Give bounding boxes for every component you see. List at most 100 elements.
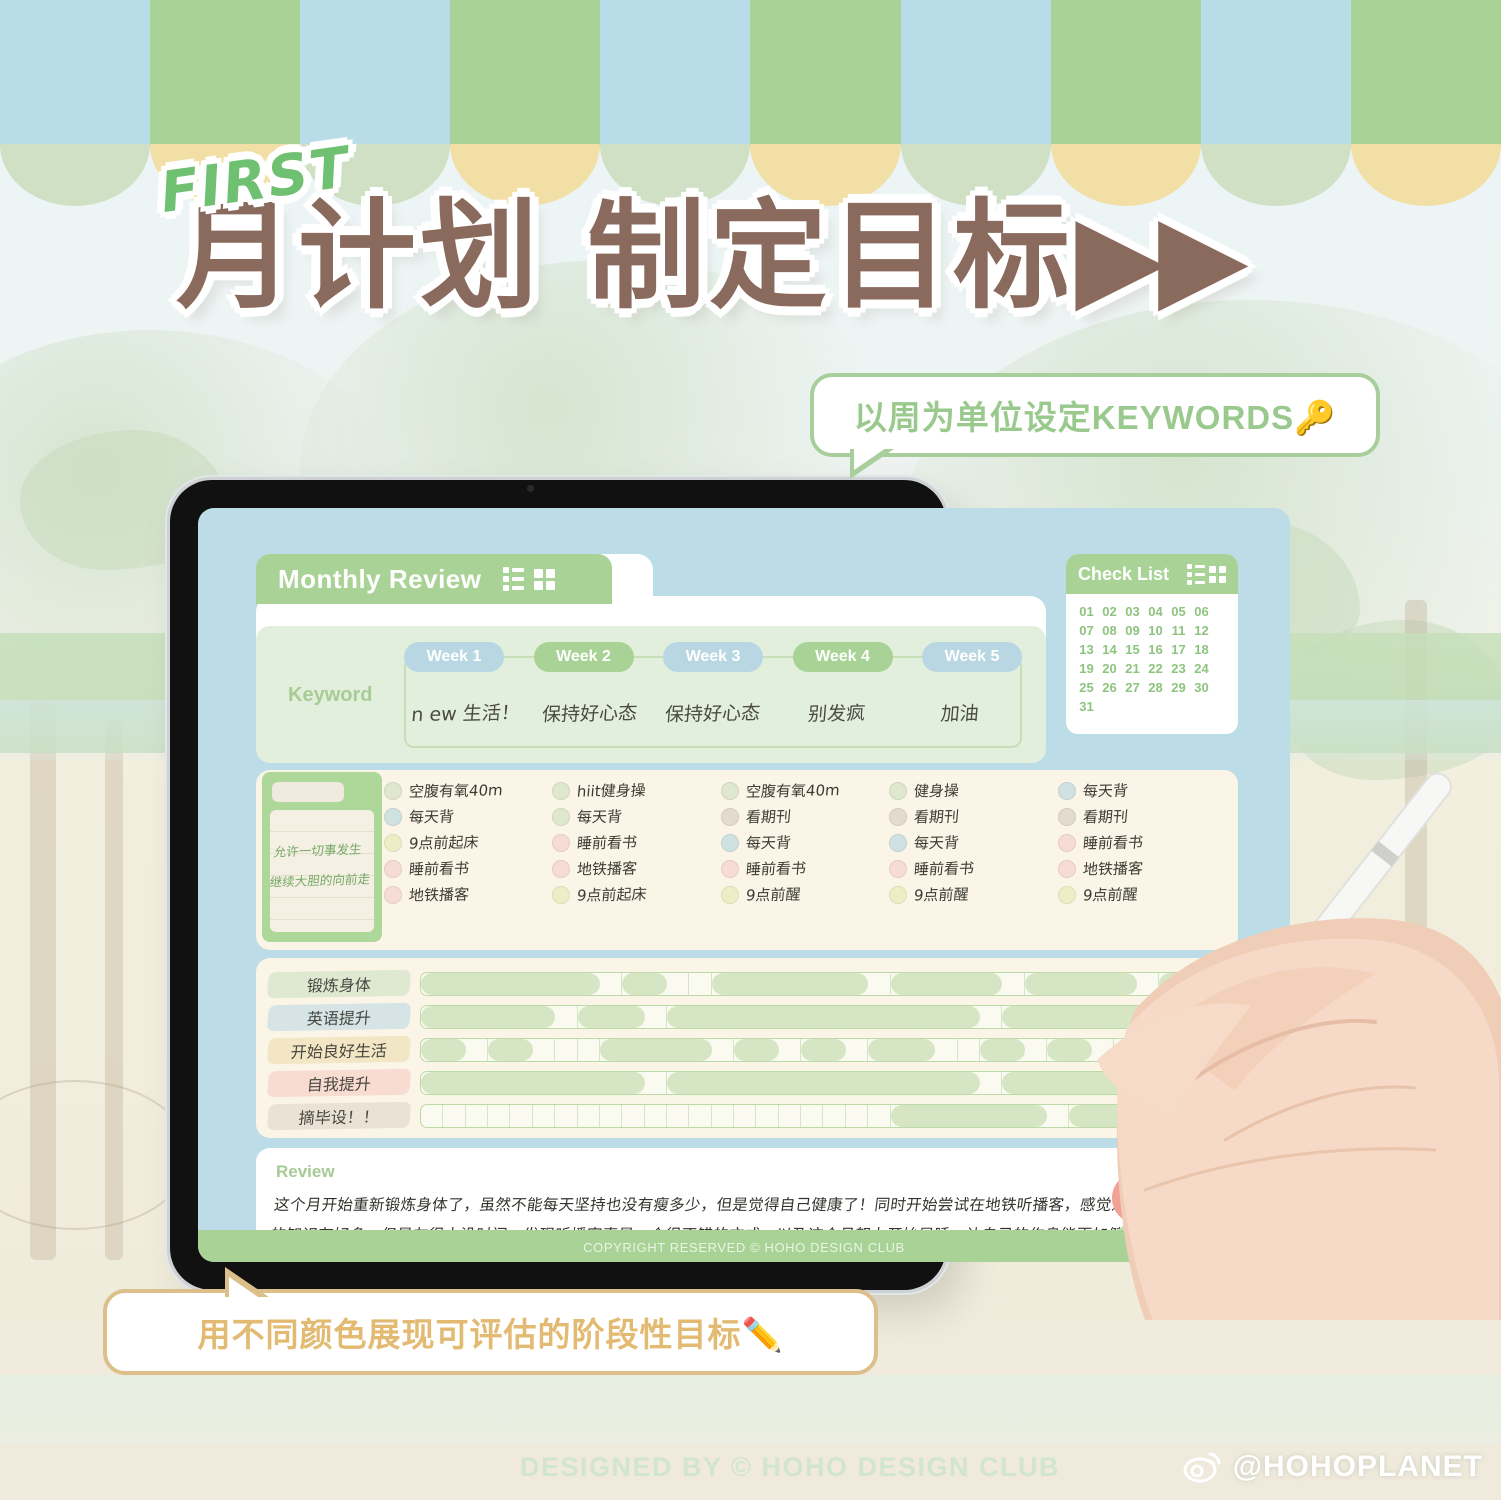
goal-progress-cell[interactable] [1024,1105,1048,1127]
check-list-day[interactable]: 23 [1170,661,1187,676]
goal-progress-cell[interactable] [756,1105,779,1127]
goal-progress-cell[interactable] [845,973,869,995]
goal-progress-cell[interactable] [555,1006,578,1028]
goal-progress-cell[interactable] [510,1006,533,1028]
habit-checkbox-icon[interactable] [889,885,908,904]
goal-progress-cell[interactable] [845,1072,869,1094]
habit-checkbox-icon[interactable] [720,885,739,904]
check-list-day[interactable]: 09 [1124,623,1141,638]
goal-progress-cell[interactable] [890,1105,913,1127]
goal-progress-cell[interactable] [421,973,444,995]
goal-progress-cell[interactable] [868,1006,891,1028]
habit-checkbox-icon[interactable] [384,833,402,852]
check-list-day[interactable]: 01 [1078,604,1095,619]
goal-progress-cell[interactable] [979,973,1003,995]
goal-progress-cell[interactable] [957,1006,980,1028]
goal-progress-cell[interactable] [443,973,466,995]
check-list-card[interactable]: Check List 01 02 03 04 05 06 07 08 09 10 11 12 13 14 1… [1066,554,1238,734]
goal-progress-cell[interactable] [599,1006,623,1028]
goal-progress-cell[interactable] [1024,973,1048,995]
goal-progress-cell[interactable] [645,1105,667,1127]
keyword-value-3[interactable]: 保持好心态 [649,687,777,738]
goal-progress-cell[interactable] [577,1006,600,1028]
week-pill-5[interactable]: Week 5 [922,642,1022,672]
goal-progress-cell[interactable] [666,1039,690,1061]
check-list-day[interactable]: 28 [1147,680,1164,695]
check-list-day[interactable]: 08 [1101,623,1118,638]
goal-progress-cell[interactable] [645,1072,667,1094]
habit-item[interactable]: 9点前起床 [552,884,716,905]
goal-progress-cell[interactable] [912,1072,936,1094]
habit-item[interactable]: hiit健身操 [552,780,716,801]
habit-item[interactable]: 每天背 [720,832,885,853]
habit-checkbox-icon[interactable] [552,781,571,800]
check-list-day[interactable]: 14 [1101,642,1118,657]
goal-progress-cell[interactable] [466,1039,489,1061]
goal-progress-cell[interactable] [577,1072,600,1094]
goal-progress-cell[interactable] [532,973,556,995]
check-list-day[interactable]: 27 [1124,680,1141,695]
goal-progress-cell[interactable] [868,1072,891,1094]
check-list-day[interactable]: 02 [1101,604,1118,619]
goal-progress-cell[interactable] [689,973,712,995]
goal-progress-cell[interactable] [734,1072,757,1094]
goal-progress-cell[interactable] [868,1105,891,1127]
goal-progress-cell[interactable] [890,1039,913,1061]
habit-checkbox-icon[interactable] [552,885,571,904]
goal-label-chip[interactable]: 锻炼身体 [266,969,412,999]
goal-progress-cell[interactable] [488,1039,511,1061]
goal-progress-cell[interactable] [980,1006,1003,1028]
check-list-day[interactable]: 22 [1147,661,1164,676]
habit-checkbox-icon[interactable] [552,807,571,826]
goal-progress-cell[interactable] [823,1105,846,1127]
goal-progress-cell[interactable] [421,1039,444,1061]
goal-progress-cell[interactable] [935,1072,958,1094]
goal-progress-cell[interactable] [912,1039,936,1061]
goal-progress-cell[interactable] [957,1105,980,1127]
keyword-value-5[interactable]: 加油 [896,687,1024,738]
goal-progress-cell[interactable] [823,1072,846,1094]
habit-item[interactable]: 睡前看书 [552,832,716,853]
check-list-day[interactable]: 21 [1124,661,1141,676]
goal-progress-cell[interactable] [778,973,802,995]
check-list-day[interactable]: 04 [1147,604,1164,619]
goal-progress-cell[interactable] [823,1006,846,1028]
goal-progress-cell[interactable] [622,973,645,995]
goal-progress-cell[interactable] [779,1105,802,1127]
goal-progress-cell[interactable] [711,1006,735,1028]
goal-progress-cell[interactable] [935,1006,958,1028]
goal-progress-cell[interactable] [600,973,623,995]
habit-item[interactable]: 看期刊 [720,806,885,827]
check-list-day[interactable]: 19 [1078,661,1095,676]
goal-progress-cell[interactable] [1047,973,1070,995]
goal-progress-cell[interactable] [935,1105,958,1127]
check-list-day[interactable]: 18 [1193,642,1210,657]
goal-progress-cell[interactable] [756,1006,779,1028]
goal-progress-cell[interactable] [756,973,779,995]
goal-progress-cell[interactable] [846,1105,869,1127]
habit-item[interactable]: 9点前起床 [384,832,548,853]
check-list-day[interactable]: 26 [1101,680,1118,695]
habit-checkbox-icon[interactable] [1057,807,1076,826]
goal-progress-cell[interactable] [599,1072,623,1094]
goal-progress-cell[interactable] [667,973,690,995]
goal-progress-cell[interactable] [532,1006,556,1028]
goal-progress-cell[interactable] [443,1105,466,1127]
goal-progress-cell[interactable] [980,1072,1003,1094]
goal-progress-cell[interactable] [644,1039,667,1061]
goal-progress-cell[interactable] [421,1105,444,1127]
goal-progress-cell[interactable] [510,1105,533,1127]
list-view-icon[interactable] [503,567,525,591]
goal-progress-cell[interactable] [488,1072,511,1094]
goal-progress-cell[interactable] [510,1039,533,1061]
goal-progress-cell[interactable] [578,1039,600,1061]
goal-progress-cell[interactable] [756,1072,779,1094]
goal-progress-cell[interactable] [1025,1039,1048,1061]
goal-progress-cell[interactable] [488,1105,511,1127]
goal-progress-cell[interactable] [912,973,936,995]
habit-checkbox-icon[interactable] [384,859,402,878]
goal-progress-cell[interactable] [689,1072,712,1094]
goal-progress-cell[interactable] [488,973,511,995]
check-list-day[interactable]: 24 [1193,661,1210,676]
habit-checkbox-icon[interactable] [1057,833,1076,852]
